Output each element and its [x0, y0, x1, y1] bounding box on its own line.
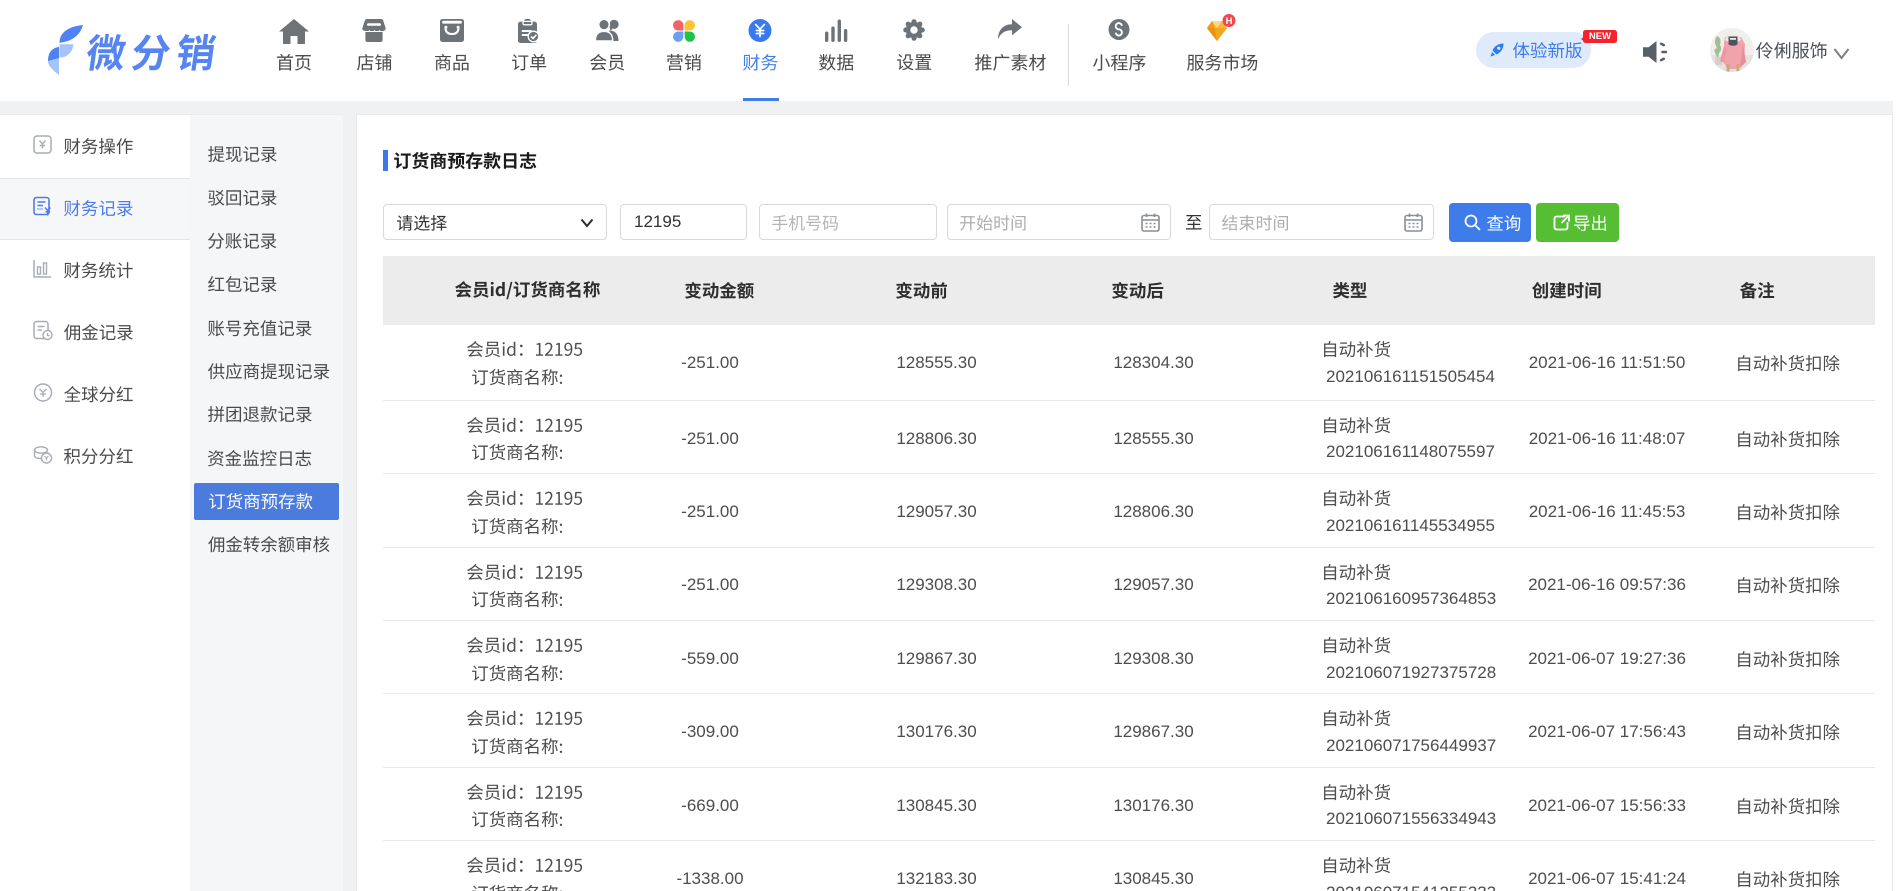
svg-text:H: H	[1226, 16, 1233, 27]
